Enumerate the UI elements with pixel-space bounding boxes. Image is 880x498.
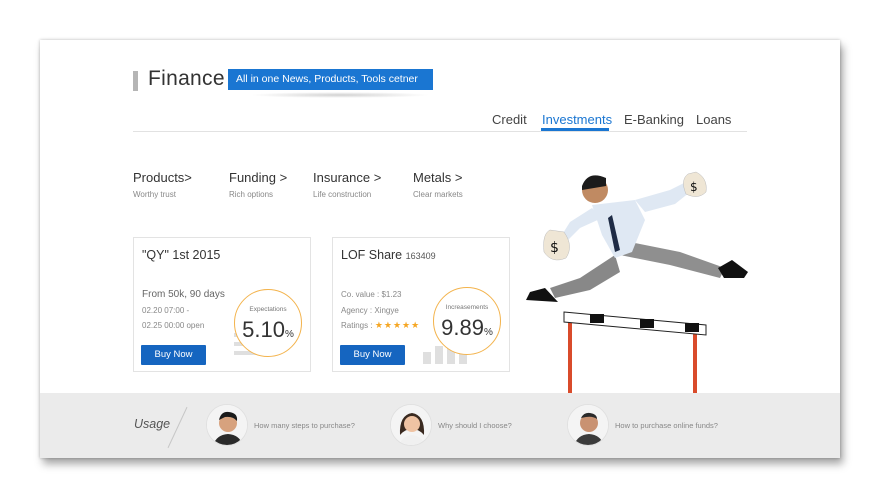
male-avatar-icon (206, 404, 248, 446)
category-title: Insurance > (313, 170, 382, 185)
category-title: Metals > (413, 170, 463, 185)
category-title: Funding > (229, 170, 288, 185)
ring-number: 9.89 (441, 315, 484, 340)
nav-e-banking[interactable]: E-Banking (624, 112, 684, 127)
nav-active-underline (541, 128, 609, 131)
rating-label: Ratings : (341, 321, 373, 330)
usage-bar: Usage How many steps to purchase? Why sh… (40, 393, 840, 458)
category-metals[interactable]: Metals > Clear markets (413, 170, 463, 199)
product-code: 163409 (405, 251, 436, 261)
ring-label: Increasements (445, 304, 489, 311)
product-card-lof: LOF Share 163409 Co. value : $1.23 Agenc… (332, 237, 510, 372)
hurdle-jumper-illustration: $ $ (526, 171, 748, 395)
tagline-badge: All in one News, Products, Tools cetner (228, 69, 433, 90)
product-open-start: 02.20 07:00 - (142, 306, 190, 315)
finance-banner: Finance All in one News, Products, Tools… (40, 40, 840, 458)
product-agency: Agency : Xingye (341, 306, 399, 315)
product-name: LOF Share (341, 248, 403, 262)
tagline-shadow (250, 92, 430, 98)
product-card-qy: "QY" 1st 2015 From 50k, 90 days 02.20 07… (133, 237, 311, 372)
buy-now-button[interactable]: Buy Now (141, 345, 206, 365)
usage-divider (167, 406, 188, 449)
category-subtitle: Worthy trust (133, 190, 176, 199)
expectation-ring: Expectations 5.10% (234, 289, 302, 357)
category-subtitle: Life construction (313, 190, 372, 199)
older-male-avatar-icon (567, 404, 609, 446)
product-terms: From 50k, 90 days (142, 289, 225, 300)
help-question: How to purchase online funds? (615, 421, 718, 430)
ring-unit: % (483, 327, 493, 338)
product-title: LOF Share 163409 (341, 248, 436, 262)
nav-investments[interactable]: Investments (542, 112, 612, 127)
category-funding[interactable]: Funding > Rich options (229, 170, 287, 199)
ring-value: 5.10% (235, 317, 301, 343)
svg-text:$: $ (690, 180, 698, 194)
category-insurance[interactable]: Insurance > Life construction (313, 170, 381, 199)
top-nav: Credit Investments E-Banking Loans (133, 109, 747, 132)
female-avatar-icon (390, 404, 432, 446)
increase-ring: Increasements 9.89% (433, 287, 501, 355)
nav-loans[interactable]: Loans (696, 112, 731, 127)
product-open-end: 02.25 00:00 open (142, 321, 205, 330)
category-products[interactable]: Products> Worthy trust (133, 170, 192, 199)
category-subtitle: Clear markets (413, 190, 463, 199)
ring-number: 5.10 (242, 317, 285, 342)
page-title: Finance (148, 67, 225, 90)
rating-stars-icon: ★★★★★ (374, 320, 421, 330)
usage-label: Usage (134, 417, 171, 431)
title-accent-bar (133, 71, 138, 91)
help-question: How many steps to purchase? (254, 421, 355, 430)
product-rating: Ratings : ★★★★★ (341, 320, 420, 331)
ring-value: 9.89% (434, 315, 500, 341)
category-title: Products> (133, 170, 192, 185)
help-question: Why should I choose? (438, 421, 512, 430)
ring-unit: % (284, 329, 294, 340)
product-title: "QY" 1st 2015 (142, 248, 221, 262)
nav-credit[interactable]: Credit (492, 112, 527, 127)
category-subtitle: Rich options (229, 190, 274, 199)
svg-text:$: $ (550, 240, 559, 256)
buy-now-button[interactable]: Buy Now (340, 345, 405, 365)
ring-label: Expectations (249, 306, 287, 313)
product-value: Co. value : $1.23 (341, 290, 402, 299)
